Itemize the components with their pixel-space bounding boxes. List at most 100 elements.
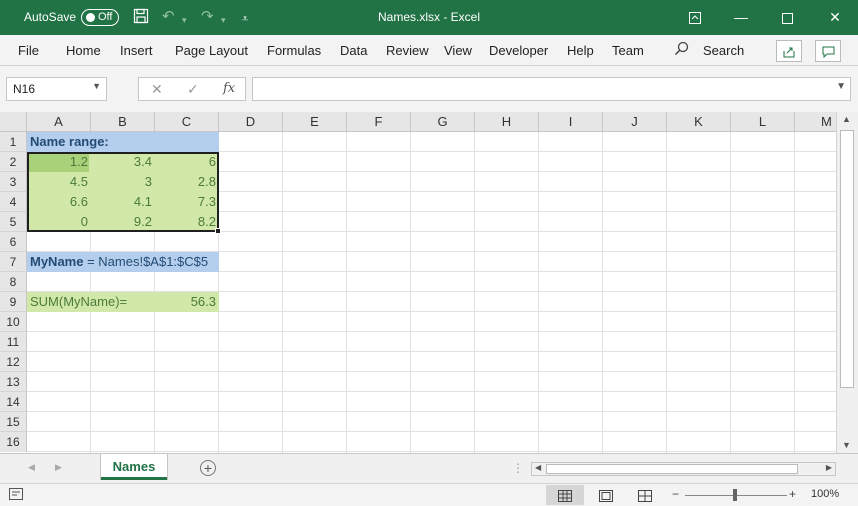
horizontal-scroll-thumb[interactable]	[546, 464, 798, 474]
column-header[interactable]: F	[347, 112, 411, 132]
zoom-in-icon[interactable]: +	[789, 487, 796, 501]
row-header[interactable]: 4	[0, 192, 27, 212]
cancel-icon[interactable]: ✕	[151, 81, 163, 98]
scroll-left-icon[interactable]: ◀	[535, 463, 541, 472]
column-header[interactable]: I	[539, 112, 603, 132]
tab-review[interactable]: Review	[386, 43, 429, 58]
cell-a9[interactable]: SUM(MyName)=	[27, 292, 155, 312]
cell-a7[interactable]: MyName = Names!$A$1:$C$5	[27, 252, 219, 272]
column-header[interactable]: B	[91, 112, 155, 132]
cell-b4[interactable]: 4.1	[91, 192, 155, 212]
cell-c5[interactable]: 8.2	[155, 212, 219, 232]
row-header[interactable]: 12	[0, 352, 27, 372]
share-button[interactable]	[776, 40, 802, 62]
row-header[interactable]: 3	[0, 172, 27, 192]
cell-c9[interactable]: 56.3	[155, 292, 219, 312]
scroll-down-icon[interactable]: ▼	[842, 440, 851, 450]
minimize-icon[interactable]: —	[718, 0, 764, 35]
cell-a1[interactable]: Name range:	[27, 132, 219, 152]
status-bar: − + 100%	[0, 483, 858, 506]
column-header[interactable]: M	[795, 112, 836, 132]
tab-help[interactable]: Help	[567, 43, 594, 58]
column-header[interactable]: E	[283, 112, 347, 132]
row-header[interactable]: 11	[0, 332, 27, 352]
row-header[interactable]: 13	[0, 372, 27, 392]
column-header[interactable]: A	[27, 112, 91, 132]
insert-function-icon[interactable]: fx	[223, 81, 235, 96]
tab-view[interactable]: View	[444, 43, 472, 58]
row-header[interactable]: 9	[0, 292, 27, 312]
ribbon-display-options-icon[interactable]	[672, 0, 718, 35]
title-bar: AutoSave Off ↶ ▾ ↷ ▾ ⩡ Names.xlsx - Exce…	[0, 0, 858, 35]
row-header[interactable]: 6	[0, 232, 27, 252]
cell-a4[interactable]: 6.6	[27, 192, 91, 212]
tab-insert[interactable]: Insert	[120, 43, 153, 58]
column-header[interactable]: C	[155, 112, 219, 132]
row-header[interactable]: 10	[0, 312, 27, 332]
chevron-down-icon[interactable]: ▼	[92, 81, 101, 91]
row-header[interactable]: 15	[0, 412, 27, 432]
row-header[interactable]: 2	[0, 152, 27, 172]
tab-home[interactable]: Home	[66, 43, 101, 58]
tab-page-layout[interactable]: Page Layout	[175, 43, 248, 58]
column-header[interactable]: H	[475, 112, 539, 132]
page-break-preview-icon[interactable]	[626, 485, 664, 505]
macro-recording-icon[interactable]	[9, 488, 23, 503]
cell-b2[interactable]: 3.4	[91, 152, 155, 172]
row-header[interactable]: 16	[0, 432, 27, 452]
normal-view-icon[interactable]	[546, 485, 584, 505]
row-header[interactable]: 7	[0, 252, 27, 272]
row-header[interactable]: 8	[0, 272, 27, 292]
enter-icon[interactable]: ✓	[187, 81, 199, 98]
search-icon[interactable]	[674, 41, 689, 60]
zoom-level[interactable]: 100%	[811, 488, 839, 500]
formula-bar: N16 ▼ ✕ ✓ fx ▼	[0, 66, 858, 112]
scroll-right-icon[interactable]: ▶	[826, 463, 832, 472]
worksheet-grid[interactable]: A B C D E F G H I J K L M 1 2 3 4 5 6 7 …	[0, 112, 836, 453]
cell-c4[interactable]: 7.3	[155, 192, 219, 212]
tab-file[interactable]: File	[18, 43, 39, 58]
tab-formulas[interactable]: Formulas	[267, 43, 321, 58]
column-header[interactable]: D	[219, 112, 283, 132]
name-box[interactable]: N16 ▼	[6, 77, 107, 101]
scroll-up-icon[interactable]: ▲	[842, 114, 851, 124]
tab-team[interactable]: Team	[612, 43, 644, 58]
cell-c2[interactable]: 6	[155, 152, 219, 172]
select-all-corner[interactable]	[0, 112, 27, 132]
cell-a2[interactable]: 1.2	[27, 152, 91, 172]
cell-a5[interactable]: 0	[27, 212, 91, 232]
formula-input[interactable]: ▼	[252, 77, 851, 101]
cell-b5[interactable]: 9.2	[91, 212, 155, 232]
zoom-out-icon[interactable]: −	[672, 487, 679, 501]
fill-handle[interactable]	[215, 228, 221, 234]
add-sheet-icon[interactable]: +	[200, 460, 216, 476]
formula-buttons: ✕ ✓ fx	[138, 77, 246, 101]
cell-c3[interactable]: 2.8	[155, 172, 219, 192]
column-header[interactable]: J	[603, 112, 667, 132]
horizontal-scrollbar[interactable]: ◀ ▶	[531, 462, 836, 476]
sheet-prev-icon[interactable]: ◀	[28, 462, 35, 473]
vertical-scroll-thumb[interactable]	[840, 130, 854, 388]
tab-data[interactable]: Data	[340, 43, 367, 58]
vertical-scrollbar[interactable]: ▲ ▼	[836, 112, 858, 453]
row-header[interactable]: 5	[0, 212, 27, 232]
cell-a3[interactable]: 4.5	[27, 172, 91, 192]
column-header[interactable]: G	[411, 112, 475, 132]
tab-developer[interactable]: Developer	[489, 43, 548, 58]
comments-button[interactable]	[815, 40, 841, 62]
close-icon[interactable]: ✕	[812, 0, 858, 35]
tab-split-handle-icon[interactable]: ⋮	[512, 461, 524, 475]
page-layout-view-icon[interactable]	[587, 485, 625, 505]
name-label: MyName	[30, 254, 84, 269]
zoom-slider-thumb[interactable]	[733, 489, 737, 501]
sheet-next-icon[interactable]: ▶	[55, 462, 62, 473]
column-header[interactable]: L	[731, 112, 795, 132]
expand-formula-icon[interactable]: ▼	[836, 81, 846, 92]
tell-me-search[interactable]: Search	[703, 43, 744, 58]
column-header[interactable]: K	[667, 112, 731, 132]
sheet-tab-names[interactable]: Names	[101, 454, 167, 480]
row-header[interactable]: 1	[0, 132, 27, 152]
row-header[interactable]: 14	[0, 392, 27, 412]
maximize-icon[interactable]	[764, 0, 810, 35]
cell-b3[interactable]: 3	[91, 172, 155, 192]
